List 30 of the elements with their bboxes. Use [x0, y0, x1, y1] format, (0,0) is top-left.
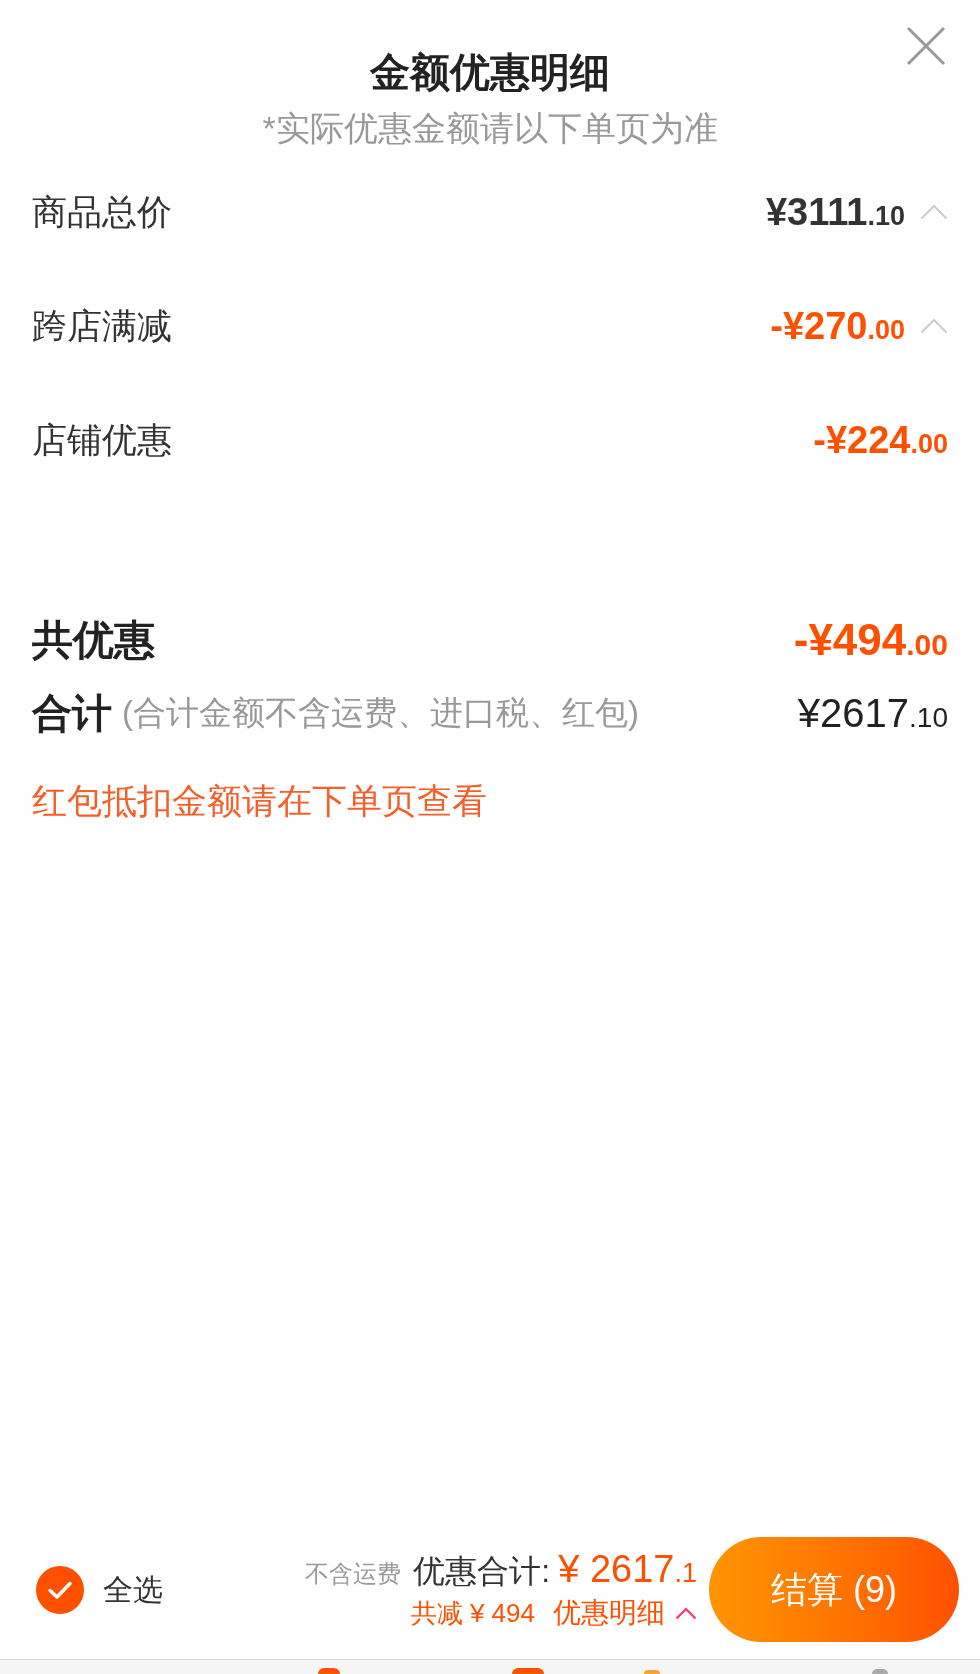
row-label: 商品总价: [32, 191, 172, 233]
sheet-subtitle: *实际优惠金额请以下单页为准: [262, 108, 718, 148]
discount-total-label: 共优惠: [32, 616, 155, 665]
shipping-note: 不含运费: [305, 1559, 402, 1589]
row-amount: ¥3111.10: [765, 193, 905, 231]
row-amount: -¥270.00: [770, 307, 905, 345]
deduction-notice: 红包抵扣金额请在下单页查看: [32, 780, 487, 822]
discount-details-link[interactable]: 优惠明细: [553, 1597, 665, 1629]
chevron-up-icon[interactable]: [920, 318, 948, 334]
caret-up-icon[interactable]: [675, 1606, 697, 1620]
tab-icon[interactable]: [512, 1668, 544, 1674]
total-note: (合计金额不含运费、进口税、红包): [122, 693, 639, 733]
saved-amount: 共减 ¥ 494: [410, 1597, 535, 1629]
checkbox-checked-icon[interactable]: [36, 1565, 84, 1614]
select-all-label[interactable]: 全选: [103, 1571, 163, 1608]
total-label: 合计: [32, 690, 112, 737]
summary-total-label: 优惠合计:: [413, 1552, 551, 1591]
summary-total-amount: ¥ 2617.1: [558, 1550, 697, 1588]
row-label: 跨店满减: [32, 305, 172, 347]
sheet-title: 金额优惠明细: [370, 49, 610, 96]
tab-icon[interactable]: [872, 1669, 888, 1674]
chevron-up-icon[interactable]: [920, 204, 948, 220]
row-label: 店铺优惠: [32, 419, 172, 461]
close-button[interactable]: [906, 26, 946, 66]
row-amount: -¥224.00: [813, 421, 948, 459]
tab-icon[interactable]: [318, 1668, 340, 1674]
tab-icon[interactable]: [644, 1670, 660, 1674]
discount-total-amount: -¥494.00: [793, 618, 948, 662]
total-amount: ¥2617.10: [797, 693, 948, 733]
checkout-button[interactable]: 结算 (9): [709, 1537, 959, 1642]
